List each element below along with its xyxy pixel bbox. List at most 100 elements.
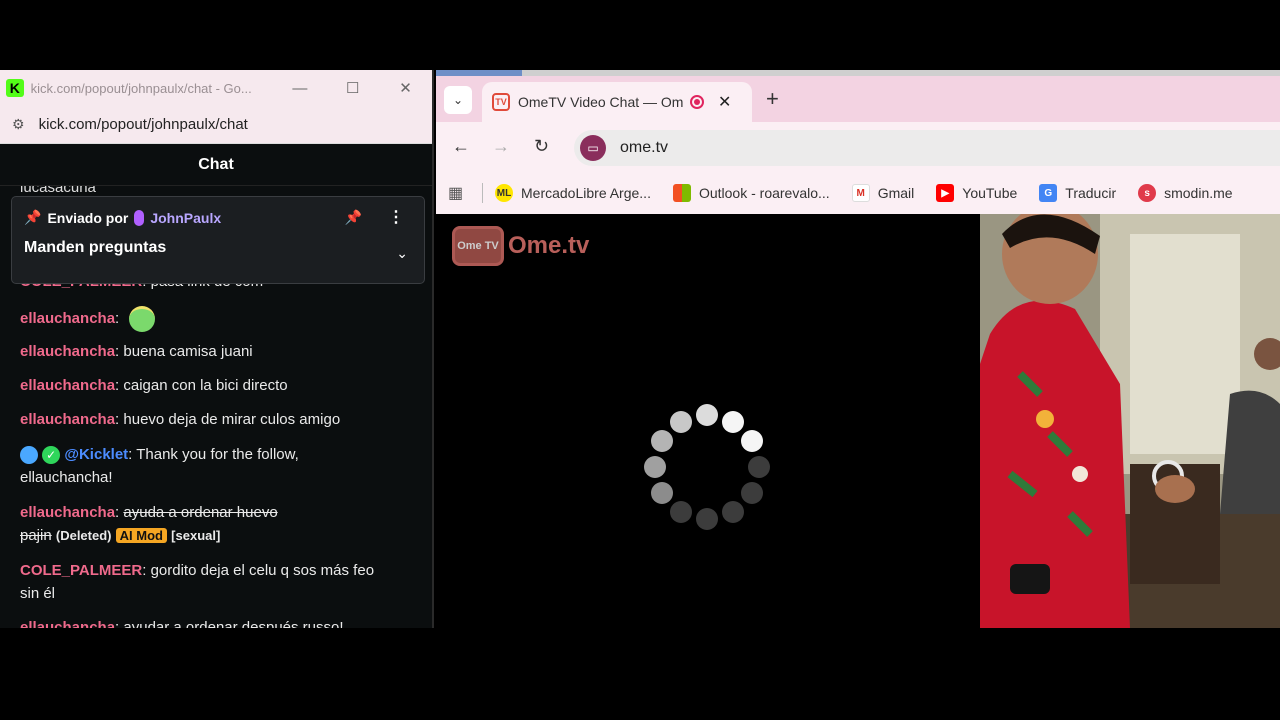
more-options-icon[interactable]: ⋮ [388, 207, 404, 227]
pinned-username[interactable]: JohnPaulx [150, 210, 221, 226]
chat-text: : ayudar a ordenar después russo! [115, 619, 344, 628]
chat-username[interactable]: ellauchancha [20, 504, 115, 521]
chat-text-continued: sin él [20, 585, 56, 602]
translate-icon: G [1039, 184, 1058, 202]
kick-window-title: kick.com/popout/johnpaulx/chat - Go... [30, 80, 252, 96]
kick-address-bar: ⚙ kick.com/popout/johnpaulx/chat [0, 106, 432, 144]
pinned-message[interactable]: 📌 Enviado por JohnPaulx Manden preguntas… [11, 196, 425, 284]
chat-username[interactable]: @Kicklet [64, 446, 128, 463]
chat-username[interactable]: ellauchancha [20, 619, 115, 628]
chat-message: ✓ @Kicklet: Thank you for the follow, el… [20, 443, 420, 489]
chat-message: ellauchancha: caigan con la bici directo [20, 374, 420, 397]
ometv-logo-text: Ome.tv [508, 232, 590, 259]
loading-spinner-icon [642, 402, 772, 532]
chat-message: ellauchancha: ayuda a ordenar huevo paji… [20, 504, 278, 544]
angel-emote-icon [129, 306, 156, 332]
site-settings-icon[interactable]: ⚙ [12, 116, 25, 133]
ometv-favicon-icon: TV [492, 93, 510, 111]
ometv-tv-icon: Ome TV [452, 226, 504, 266]
new-tab-icon[interactable]: + [766, 86, 779, 112]
chat-username[interactable]: lucasacuna [20, 186, 96, 196]
tab-bar: ⌄ TV OmeTV Video Chat — Ome ✕ + [436, 76, 1280, 122]
chat-text: : huevo deja de mirar culos amigo [115, 411, 341, 428]
chat-username[interactable]: ellauchancha [20, 411, 115, 428]
verified-icon: ✓ [42, 446, 61, 465]
deleted-text: ayuda a ordenar huevo [123, 504, 278, 521]
bookmark-mercadolibre[interactable]: ML MercadoLibre Arge... [495, 184, 651, 202]
chat-text-continued: ellauchancha! [20, 469, 113, 486]
kick-titlebar: K kick.com/popout/johnpaulx/chat - Go...… [0, 70, 432, 106]
spinner-dot [644, 456, 666, 478]
spinner-dot [741, 430, 764, 452]
spinner-dot [650, 482, 673, 504]
spinner-dot [748, 456, 770, 478]
chat-message: COLE_PALMEER: gordito deja el celu q sos… [20, 559, 420, 605]
chat-header: Chat [0, 144, 432, 186]
chat-username[interactable]: ellauchancha [20, 377, 115, 394]
url-text[interactable]: ome.tv [620, 139, 668, 157]
spinner-dot [741, 482, 764, 504]
bot-icon [20, 446, 38, 465]
ometv-logo[interactable]: Ome TV Ome.tv [452, 226, 589, 266]
chat-text: : [115, 309, 120, 327]
chat-text: : gordito deja el celu q sos más feo [142, 562, 375, 579]
chat-message: ellauchancha: ayudar a ordenar después r… [20, 616, 420, 628]
chat-username[interactable]: COLE_PALMEER [20, 562, 142, 579]
pinned-text: Manden preguntas [24, 239, 167, 256]
spinner-dot [696, 404, 718, 426]
gmail-icon: M [851, 184, 870, 202]
pinned-header: 📌 Enviado por JohnPaulx [24, 209, 221, 226]
bookmark-gmail[interactable]: M Gmail [851, 184, 914, 202]
tab-title: OmeTV Video Chat — Ome [518, 94, 684, 110]
webcam-frame-image [980, 214, 1280, 628]
minimize-icon[interactable]: — [273, 80, 326, 97]
ometv-page: Ome TV Ome.tv [436, 214, 1280, 628]
kick-chat-window: K kick.com/popout/johnpaulx/chat - Go...… [0, 70, 434, 628]
maximize-icon[interactable]: ☐ [326, 79, 379, 97]
browser-window: ⌄ TV OmeTV Video Chat — Ome ✕ + ← → ↻ ▭ … [436, 70, 1280, 628]
kick-logo-icon: K [6, 79, 24, 97]
pin-icon: 📌 [24, 209, 42, 225]
apps-grid-icon[interactable]: ▦ [448, 183, 468, 203]
chat-message: ellauchancha: buena camisa juani [20, 340, 420, 363]
webcam-video [980, 214, 1280, 628]
forward-icon[interactable]: → [492, 136, 510, 157]
chat-text: : buena camisa juani [115, 343, 253, 360]
microsoft-icon [672, 184, 691, 202]
spinner-dot [670, 410, 692, 433]
bookmark-smodin[interactable]: s smodin.me [1138, 184, 1233, 202]
bookmarks-bar: ▦ ML MercadoLibre Arge... Outlook - roare… [436, 172, 1280, 214]
tab-search-icon[interactable]: ⌄ [444, 86, 472, 114]
chat-text: : caigan con la bici directo [115, 377, 288, 394]
spinner-dot [722, 501, 744, 524]
bookmark-traducir[interactable]: G Traducir [1039, 184, 1116, 202]
spinner-dot [670, 501, 692, 524]
camera-site-icon[interactable]: ▭ [580, 135, 606, 161]
deleted-text: pajin [20, 527, 52, 544]
divider [482, 183, 483, 203]
spinner-dot [650, 430, 673, 452]
close-window-icon[interactable]: ✕ [379, 79, 432, 97]
back-icon[interactable]: ← [452, 136, 470, 157]
smodin-icon: s [1138, 184, 1157, 202]
chat-username[interactable]: ellauchancha [20, 310, 115, 327]
reload-icon[interactable]: ↻ [534, 136, 549, 157]
chat-username[interactable]: ellauchancha [20, 343, 115, 360]
spinner-dot [722, 410, 744, 433]
mod-reason-tag: [sexual] [171, 528, 221, 543]
ai-mod-badge: AI Mod [115, 528, 167, 543]
pinned-label: Enviado por [47, 209, 129, 226]
tab-close-icon[interactable]: ✕ [718, 92, 731, 112]
youtube-icon: ▶ [936, 184, 955, 202]
navigation-bar: ← → ↻ ▭ ome.tv [436, 122, 1280, 172]
address-bar[interactable]: ▭ ome.tv [574, 130, 1280, 166]
tab-ometv[interactable]: TV OmeTV Video Chat — Ome ✕ [482, 82, 752, 122]
chevron-down-icon[interactable]: ⌄ [396, 245, 408, 262]
bookmark-youtube[interactable]: ▶ YouTube [936, 184, 1017, 202]
mercadolibre-icon: ML [495, 184, 513, 202]
deleted-label: (Deleted) [55, 528, 112, 543]
kick-url-text[interactable]: kick.com/popout/johnpaulx/chat [39, 116, 248, 133]
unpin-icon[interactable]: 📌 [345, 209, 362, 226]
mic-icon [134, 209, 145, 226]
bookmark-outlook[interactable]: Outlook - roarevalo... [672, 184, 830, 202]
